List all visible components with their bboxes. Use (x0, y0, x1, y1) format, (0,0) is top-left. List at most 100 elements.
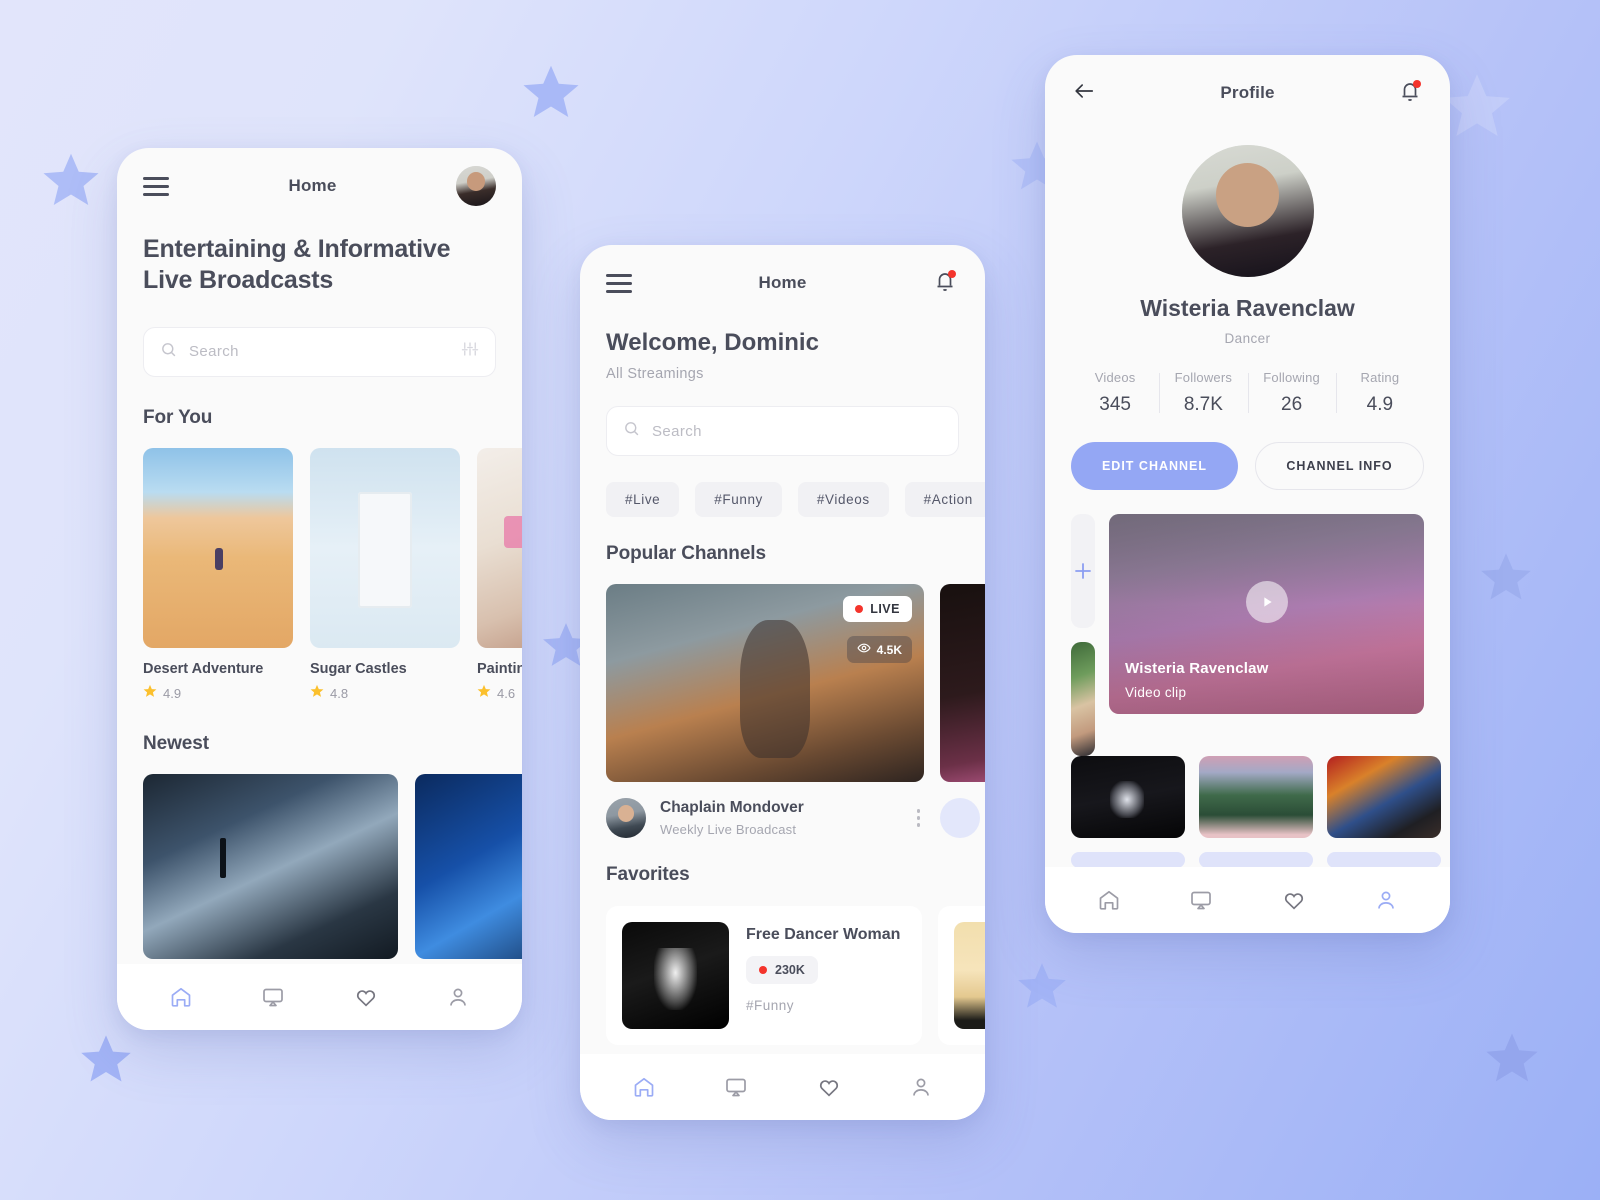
profile-stats: Videos 345 Followers 8.7K Following 26 R… (1071, 370, 1424, 416)
gallery-thumb[interactable] (1071, 852, 1185, 867)
list-item[interactable]: Painting 4.6 (477, 447, 522, 703)
stat-following: Following 26 (1247, 370, 1336, 416)
sidebar-item-profile[interactable] (434, 977, 482, 1017)
sidebar-item-profile[interactable] (1362, 880, 1410, 920)
search-icon (160, 341, 177, 363)
section-title-for-you: For You (143, 406, 213, 428)
page-title: Home (758, 273, 807, 292)
live-label: LIVE (870, 602, 900, 616)
favorite-card[interactable]: Free Dancer Woman 230K #Funny (606, 906, 922, 1045)
thumbnail[interactable]: LIVE 4.5K (606, 584, 924, 782)
featured-subtitle: Video clip (1125, 685, 1187, 700)
sidebar-item-home[interactable] (620, 1067, 668, 1107)
view-count: 230K (775, 963, 805, 977)
rating-value: 4.9 (163, 685, 182, 701)
search-input[interactable]: Search (606, 406, 959, 456)
hamburger-icon[interactable] (143, 176, 169, 196)
newest-carousel[interactable] (143, 773, 522, 959)
star-icon (310, 684, 324, 703)
channel-card[interactable] (940, 584, 985, 838)
add-media-button[interactable] (1071, 514, 1095, 628)
channel-meta: Chaplain Mondover Weekly Live Broadcast (606, 798, 924, 838)
avatar[interactable] (1181, 145, 1314, 277)
avatar[interactable] (940, 798, 980, 838)
stat-value: 8.7K (1183, 394, 1223, 415)
gallery-thumb[interactable] (1199, 756, 1313, 838)
popular-channels-carousel[interactable]: LIVE 4.5K Chaplain Mondover Weekly Live … (606, 584, 985, 838)
list-item[interactable]: Sugar Castles 4.8 (310, 447, 460, 703)
tag-chip-live[interactable]: #Live (606, 482, 680, 517)
tag-chip-action[interactable]: #Action (904, 482, 985, 517)
search-input[interactable]: Search (143, 326, 496, 377)
phone3-appbar: Profile (1045, 55, 1450, 131)
phone-home-screen: Home Entertaining & Informative Live Bro… (117, 148, 522, 1030)
section-title-newest: Newest (143, 732, 209, 754)
sidebar-item-cast[interactable] (712, 1067, 760, 1107)
headline: Entertaining & Informative Live Broadcas… (143, 235, 451, 295)
bottom-navigation (1045, 867, 1450, 933)
sidebar-item-home[interactable] (1085, 880, 1133, 920)
gallery-thumb[interactable] (1199, 852, 1313, 867)
notification-dot (1413, 80, 1421, 88)
sidebar-item-cast[interactable] (249, 977, 297, 1017)
list-item[interactable] (143, 773, 398, 959)
avatar[interactable] (606, 798, 646, 838)
gallery-thumb[interactable] (1327, 852, 1441, 867)
tag-chip-videos[interactable]: #Videos (797, 482, 889, 517)
avatar[interactable] (455, 166, 496, 206)
thumbnail[interactable] (310, 447, 460, 648)
sidebar-item-cast[interactable] (1177, 880, 1225, 920)
hamburger-icon[interactable] (606, 273, 632, 293)
gallery-thumb[interactable] (1327, 756, 1441, 838)
featured-video-card[interactable]: Wisteria Ravenclaw Video clip (1109, 514, 1424, 714)
channel-info-button[interactable]: CHANNEL INFO (1255, 442, 1424, 490)
profile-role: Dancer (1224, 331, 1271, 346)
sidebar-item-profile[interactable] (897, 1067, 945, 1107)
thumbnail[interactable] (143, 447, 293, 648)
stat-value: 4.9 (1366, 394, 1394, 415)
star-icon (143, 684, 157, 703)
for-you-carousel[interactable]: Desert Adventure 4.9 Sugar Castles 4.8 P… (143, 447, 522, 703)
favorites-carousel[interactable]: Free Dancer Woman 230K #Funny (606, 906, 985, 1045)
phone2-appbar: Home (580, 245, 985, 321)
phone1-appbar: Home (117, 148, 522, 224)
eye-icon (857, 641, 871, 658)
channel-card[interactable]: LIVE 4.5K Chaplain Mondover Weekly Live … (606, 584, 924, 838)
tag-chip-funny[interactable]: #Funny (695, 482, 782, 517)
thumbnail[interactable] (622, 922, 729, 1029)
thumbnail[interactable] (940, 584, 985, 782)
stat-followers: Followers 8.7K (1159, 370, 1247, 416)
thumbnail[interactable] (477, 447, 522, 648)
stat-label: Videos (1094, 370, 1136, 385)
more-options-icon[interactable] (913, 805, 925, 831)
profile-gallery: Wisteria Ravenclaw Video clip (1071, 514, 1441, 867)
play-icon[interactable] (1245, 581, 1288, 623)
card-title: Painting (477, 660, 522, 677)
gallery-thumb[interactable] (1071, 756, 1185, 838)
list-item[interactable]: Desert Adventure 4.9 (143, 447, 293, 703)
sidebar-item-favorites[interactable] (342, 977, 390, 1017)
tag-chip-row[interactable]: #Live #Funny #Videos #Action (606, 482, 985, 517)
profile-name: Wisteria Ravenclaw (1140, 295, 1355, 321)
filter-sliders-icon[interactable] (461, 340, 479, 363)
channel-meta (940, 798, 985, 838)
sidebar-item-favorites[interactable] (1270, 880, 1318, 920)
gallery-thumb[interactable] (1071, 642, 1095, 756)
thumbnail[interactable] (954, 922, 985, 1029)
sidebar-item-favorites[interactable] (805, 1067, 853, 1107)
view-count-badge: 4.5K (846, 636, 912, 663)
page-title: Profile (1220, 83, 1275, 102)
favorite-card[interactable] (938, 906, 985, 1045)
live-dot-icon (855, 605, 864, 613)
list-item[interactable] (415, 773, 522, 959)
arrow-left-icon[interactable] (1071, 80, 1097, 107)
status-badge: LIVE (843, 596, 912, 622)
featured-title: Wisteria Ravenclaw (1125, 660, 1269, 677)
sidebar-item-home[interactable] (157, 977, 205, 1017)
bell-icon[interactable] (1398, 79, 1424, 107)
card-title: Desert Adventure (143, 660, 264, 677)
star-icon (477, 684, 491, 703)
bell-icon[interactable] (933, 269, 959, 297)
edit-channel-button[interactable]: EDIT CHANNEL (1071, 442, 1238, 490)
phone-streaming-screen: Home Welcome, Dominic All Streamings Sea… (580, 245, 985, 1120)
